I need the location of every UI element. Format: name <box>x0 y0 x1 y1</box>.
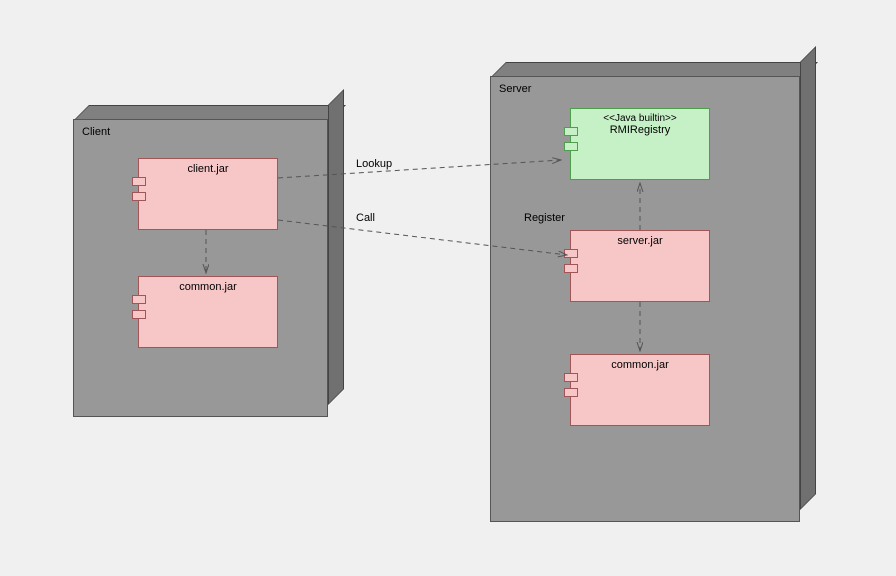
edge-label-lookup: Lookup <box>356 158 392 170</box>
node-client-title: Client <box>82 126 110 138</box>
component-rmiregistry: <<Java builtin>> RMIRegistry <box>570 108 710 180</box>
component-client-common-jar-label: common.jar <box>179 281 236 293</box>
component-rmiregistry-label: RMIRegistry <box>571 124 709 136</box>
node-server-title: Server <box>499 83 531 95</box>
edge-label-register: Register <box>524 212 565 224</box>
component-server-jar-label: server.jar <box>617 235 662 247</box>
component-lugs-icon <box>564 127 578 157</box>
component-lugs-icon <box>564 373 578 403</box>
component-client-common-jar: common.jar <box>138 276 278 348</box>
deployment-diagram: Client Server client.jar common.jar <<Ja… <box>0 0 896 576</box>
component-server-common-jar: common.jar <box>570 354 710 426</box>
component-lugs-icon <box>564 249 578 279</box>
component-client-jar-label: client.jar <box>188 163 229 175</box>
edge-label-call: Call <box>356 212 375 224</box>
component-server-common-jar-label: common.jar <box>611 359 668 371</box>
component-rmiregistry-stereotype: <<Java builtin>> <box>571 113 709 124</box>
component-lugs-icon <box>132 295 146 325</box>
component-client-jar: client.jar <box>138 158 278 230</box>
component-lugs-icon <box>132 177 146 207</box>
component-server-jar: server.jar <box>570 230 710 302</box>
